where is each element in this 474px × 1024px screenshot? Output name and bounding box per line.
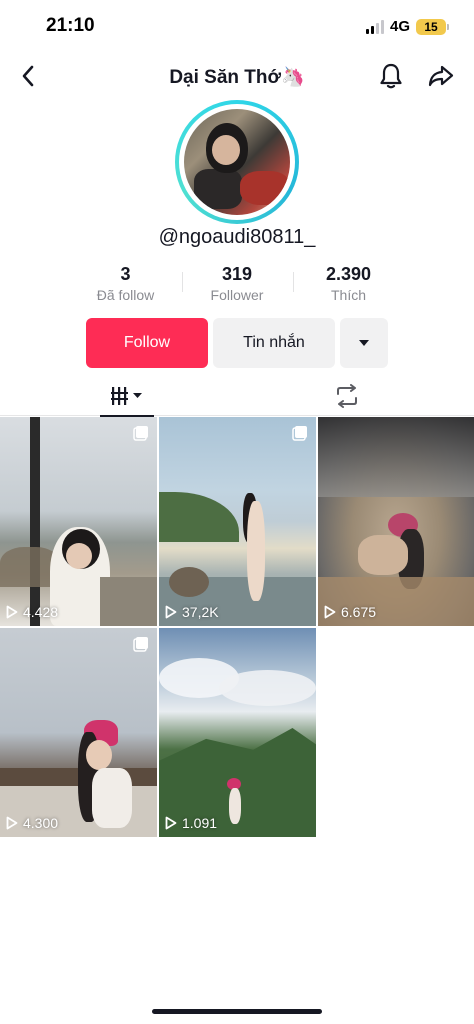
battery-level: 15 xyxy=(424,19,438,34)
play-outline-icon xyxy=(165,816,177,830)
video-tile[interactable]: 37,2K xyxy=(159,417,316,626)
view-count: 6.675 xyxy=(324,604,376,620)
play-outline-icon xyxy=(6,605,18,619)
username: @ngoaudi80811_ xyxy=(158,226,316,248)
status-time: 21:10 xyxy=(46,15,95,36)
profile-header: Dại Săn Thớ🦄 xyxy=(0,56,474,96)
suggested-accounts-button[interactable] xyxy=(340,318,388,368)
play-outline-icon xyxy=(324,605,336,619)
multi-image-icon xyxy=(133,426,148,441)
signal-icon xyxy=(365,19,384,34)
stat-label: Thích xyxy=(330,287,366,303)
repost-icon xyxy=(337,384,357,408)
notification-button[interactable] xyxy=(376,61,406,91)
profile-stats: 3 Đã follow 319 Follower 2.390 Thích xyxy=(70,264,404,303)
avatar-ring[interactable] xyxy=(175,100,299,224)
stat-label: Follower xyxy=(210,287,264,303)
grid-bars-icon xyxy=(111,387,142,405)
home-indicator[interactable] xyxy=(152,1009,322,1014)
multi-image-icon xyxy=(292,426,307,441)
battery-icon: 15 xyxy=(416,18,449,35)
content-tabs xyxy=(0,376,474,417)
status-indicators: 4G 15 xyxy=(365,18,449,35)
video-tile[interactable]: 4.300 xyxy=(0,628,157,837)
tab-videos[interactable] xyxy=(100,376,154,417)
view-count: 1.091 xyxy=(165,815,217,831)
bell-icon xyxy=(380,63,402,89)
caret-down-icon xyxy=(359,340,369,346)
view-count-value: 4.300 xyxy=(23,815,59,831)
video-tile[interactable]: 4.428 xyxy=(0,417,157,626)
stat-followers[interactable]: 319 Follower xyxy=(181,264,293,303)
network-label: 4G xyxy=(389,18,410,35)
view-count: 4.300 xyxy=(6,815,58,831)
stat-following[interactable]: 3 Đã follow xyxy=(70,264,181,303)
share-arrow-icon xyxy=(428,65,454,87)
tab-reposts[interactable] xyxy=(320,376,374,416)
profile-actions: Follow Tin nhắn xyxy=(86,318,388,368)
stat-value: 319 xyxy=(221,264,253,284)
stat-value: 3 xyxy=(120,264,131,284)
video-tile[interactable]: 6.675 xyxy=(318,417,474,626)
stat-likes[interactable]: 2.390 Thích xyxy=(293,264,404,303)
play-outline-icon xyxy=(165,605,177,619)
follow-button[interactable]: Follow xyxy=(86,318,208,368)
view-count-value: 1.091 xyxy=(182,815,218,831)
stat-value: 2.390 xyxy=(325,264,372,284)
stat-label: Đã follow xyxy=(96,287,155,303)
message-button[interactable]: Tin nhắn xyxy=(213,318,335,368)
video-tile[interactable]: 1.091 xyxy=(159,628,316,837)
view-count: 37,2K xyxy=(165,604,219,620)
play-outline-icon xyxy=(6,816,18,830)
avatar-border xyxy=(179,104,295,220)
status-bar: 21:10 4G 15 xyxy=(0,0,474,54)
view-count-value: 6.675 xyxy=(341,604,377,620)
share-button[interactable] xyxy=(426,61,456,91)
avatar xyxy=(184,109,290,215)
view-count-value: 37,2K xyxy=(182,604,219,620)
view-count: 4.428 xyxy=(6,604,58,620)
multi-image-icon xyxy=(133,637,148,652)
view-count-value: 4.428 xyxy=(23,604,59,620)
